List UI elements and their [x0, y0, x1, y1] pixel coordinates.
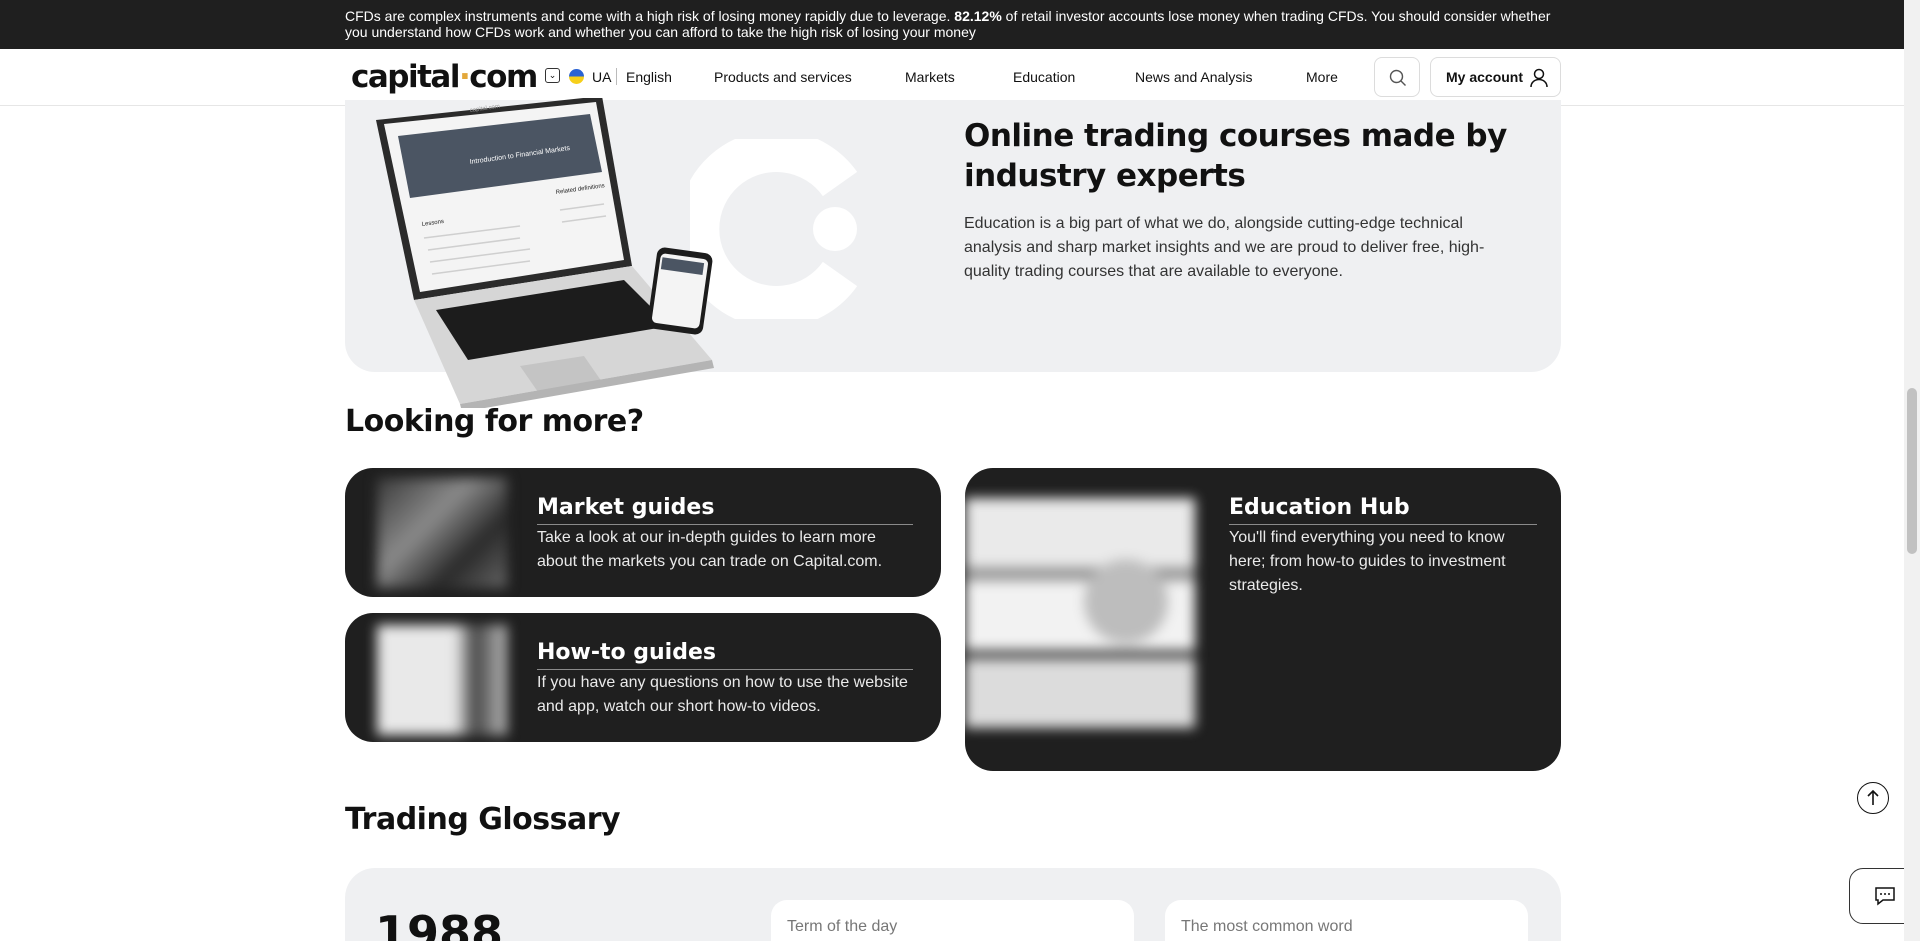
chat-icon: [1875, 887, 1895, 906]
most-common-word-card[interactable]: The most common word: [1165, 900, 1528, 941]
ukraine-flag-icon: [569, 69, 584, 84]
my-account-label: My account: [1446, 69, 1524, 85]
page: CFDs are complex instruments and come wi…: [0, 0, 1920, 941]
risk-text-before: CFDs are complex instruments and come wi…: [345, 8, 951, 24]
hero-title: Online trading courses made by industry …: [964, 118, 1507, 194]
nav-more[interactable]: More: [1306, 69, 1338, 85]
how-to-guides-title: How-to guides: [537, 640, 716, 665]
language-toggle[interactable]: ⌄: [545, 68, 560, 83]
laptop-illustration: Introduction to Financial Markets Lesson…: [376, 98, 714, 408]
looking-for-more-heading: Looking for more?: [345, 404, 644, 439]
glossary-count: 1988: [375, 906, 504, 941]
scroll-to-top-button[interactable]: [1857, 782, 1889, 814]
market-guides-thumbnail: [377, 478, 507, 588]
hero-description: Education is a big part of what we do, a…: [964, 215, 1485, 280]
logo-right: com: [469, 59, 538, 95]
market-guides-card[interactable]: Market guides Take a look at our in-dept…: [345, 468, 941, 597]
term-of-the-day-label: Term of the day: [787, 918, 898, 935]
divider: [1229, 524, 1537, 525]
nav-news-and-analysis[interactable]: News and Analysis: [1135, 69, 1253, 85]
search-icon: [1389, 69, 1406, 86]
language-selector[interactable]: English: [626, 69, 672, 85]
most-common-word-label: The most common word: [1181, 918, 1353, 935]
logo-dot: ·: [458, 59, 471, 95]
logo-left: capital: [351, 59, 460, 95]
divider: [537, 524, 913, 525]
divider: [616, 68, 617, 85]
my-account-button[interactable]: My account: [1430, 57, 1561, 97]
search-button[interactable]: [1374, 57, 1420, 97]
education-hub-thumbnail: [965, 498, 1195, 728]
page-scrollbar[interactable]: [1904, 0, 1920, 941]
site-header: capital·com ⌄ UA English Products and se…: [0, 49, 1904, 106]
education-hub-card[interactable]: Education Hub You'll find everything you…: [965, 468, 1561, 771]
term-of-the-day-card[interactable]: Term of the day: [771, 900, 1134, 941]
nav-products-and-services[interactable]: Products and services: [714, 69, 852, 85]
arrow-up-icon: [1867, 789, 1879, 805]
nav-markets[interactable]: Markets: [905, 69, 955, 85]
how-to-guides-card[interactable]: How-to guides If you have any questions …: [345, 613, 941, 742]
nav-education[interactable]: Education: [1013, 69, 1075, 85]
user-icon: [1530, 68, 1548, 88]
market-guides-title: Market guides: [537, 495, 715, 520]
education-hub-text: You'll find everything you need to know …: [1229, 529, 1506, 594]
trading-glossary-heading: Trading Glossary: [345, 802, 621, 837]
glossary-panel: 1988 Term of the day The most common wor…: [345, 868, 1561, 941]
logo[interactable]: capital·com: [351, 59, 538, 95]
how-to-guides-text: If you have any questions on how to use …: [537, 674, 908, 715]
phone-illustration: [647, 247, 713, 335]
risk-percentage: 82.12%: [954, 8, 1002, 24]
scrollbar-thumb[interactable]: [1907, 388, 1917, 554]
education-hub-title: Education Hub: [1229, 495, 1410, 520]
how-to-guides-thumbnail: [377, 625, 507, 735]
risk-warning-banner: CFDs are complex instruments and come wi…: [0, 0, 1904, 49]
divider: [537, 669, 913, 670]
region-code[interactable]: UA: [592, 69, 611, 85]
market-guides-text: Take a look at our in-depth guides to le…: [537, 529, 883, 570]
risk-warning-text: CFDs are complex instruments and come wi…: [345, 8, 1575, 40]
